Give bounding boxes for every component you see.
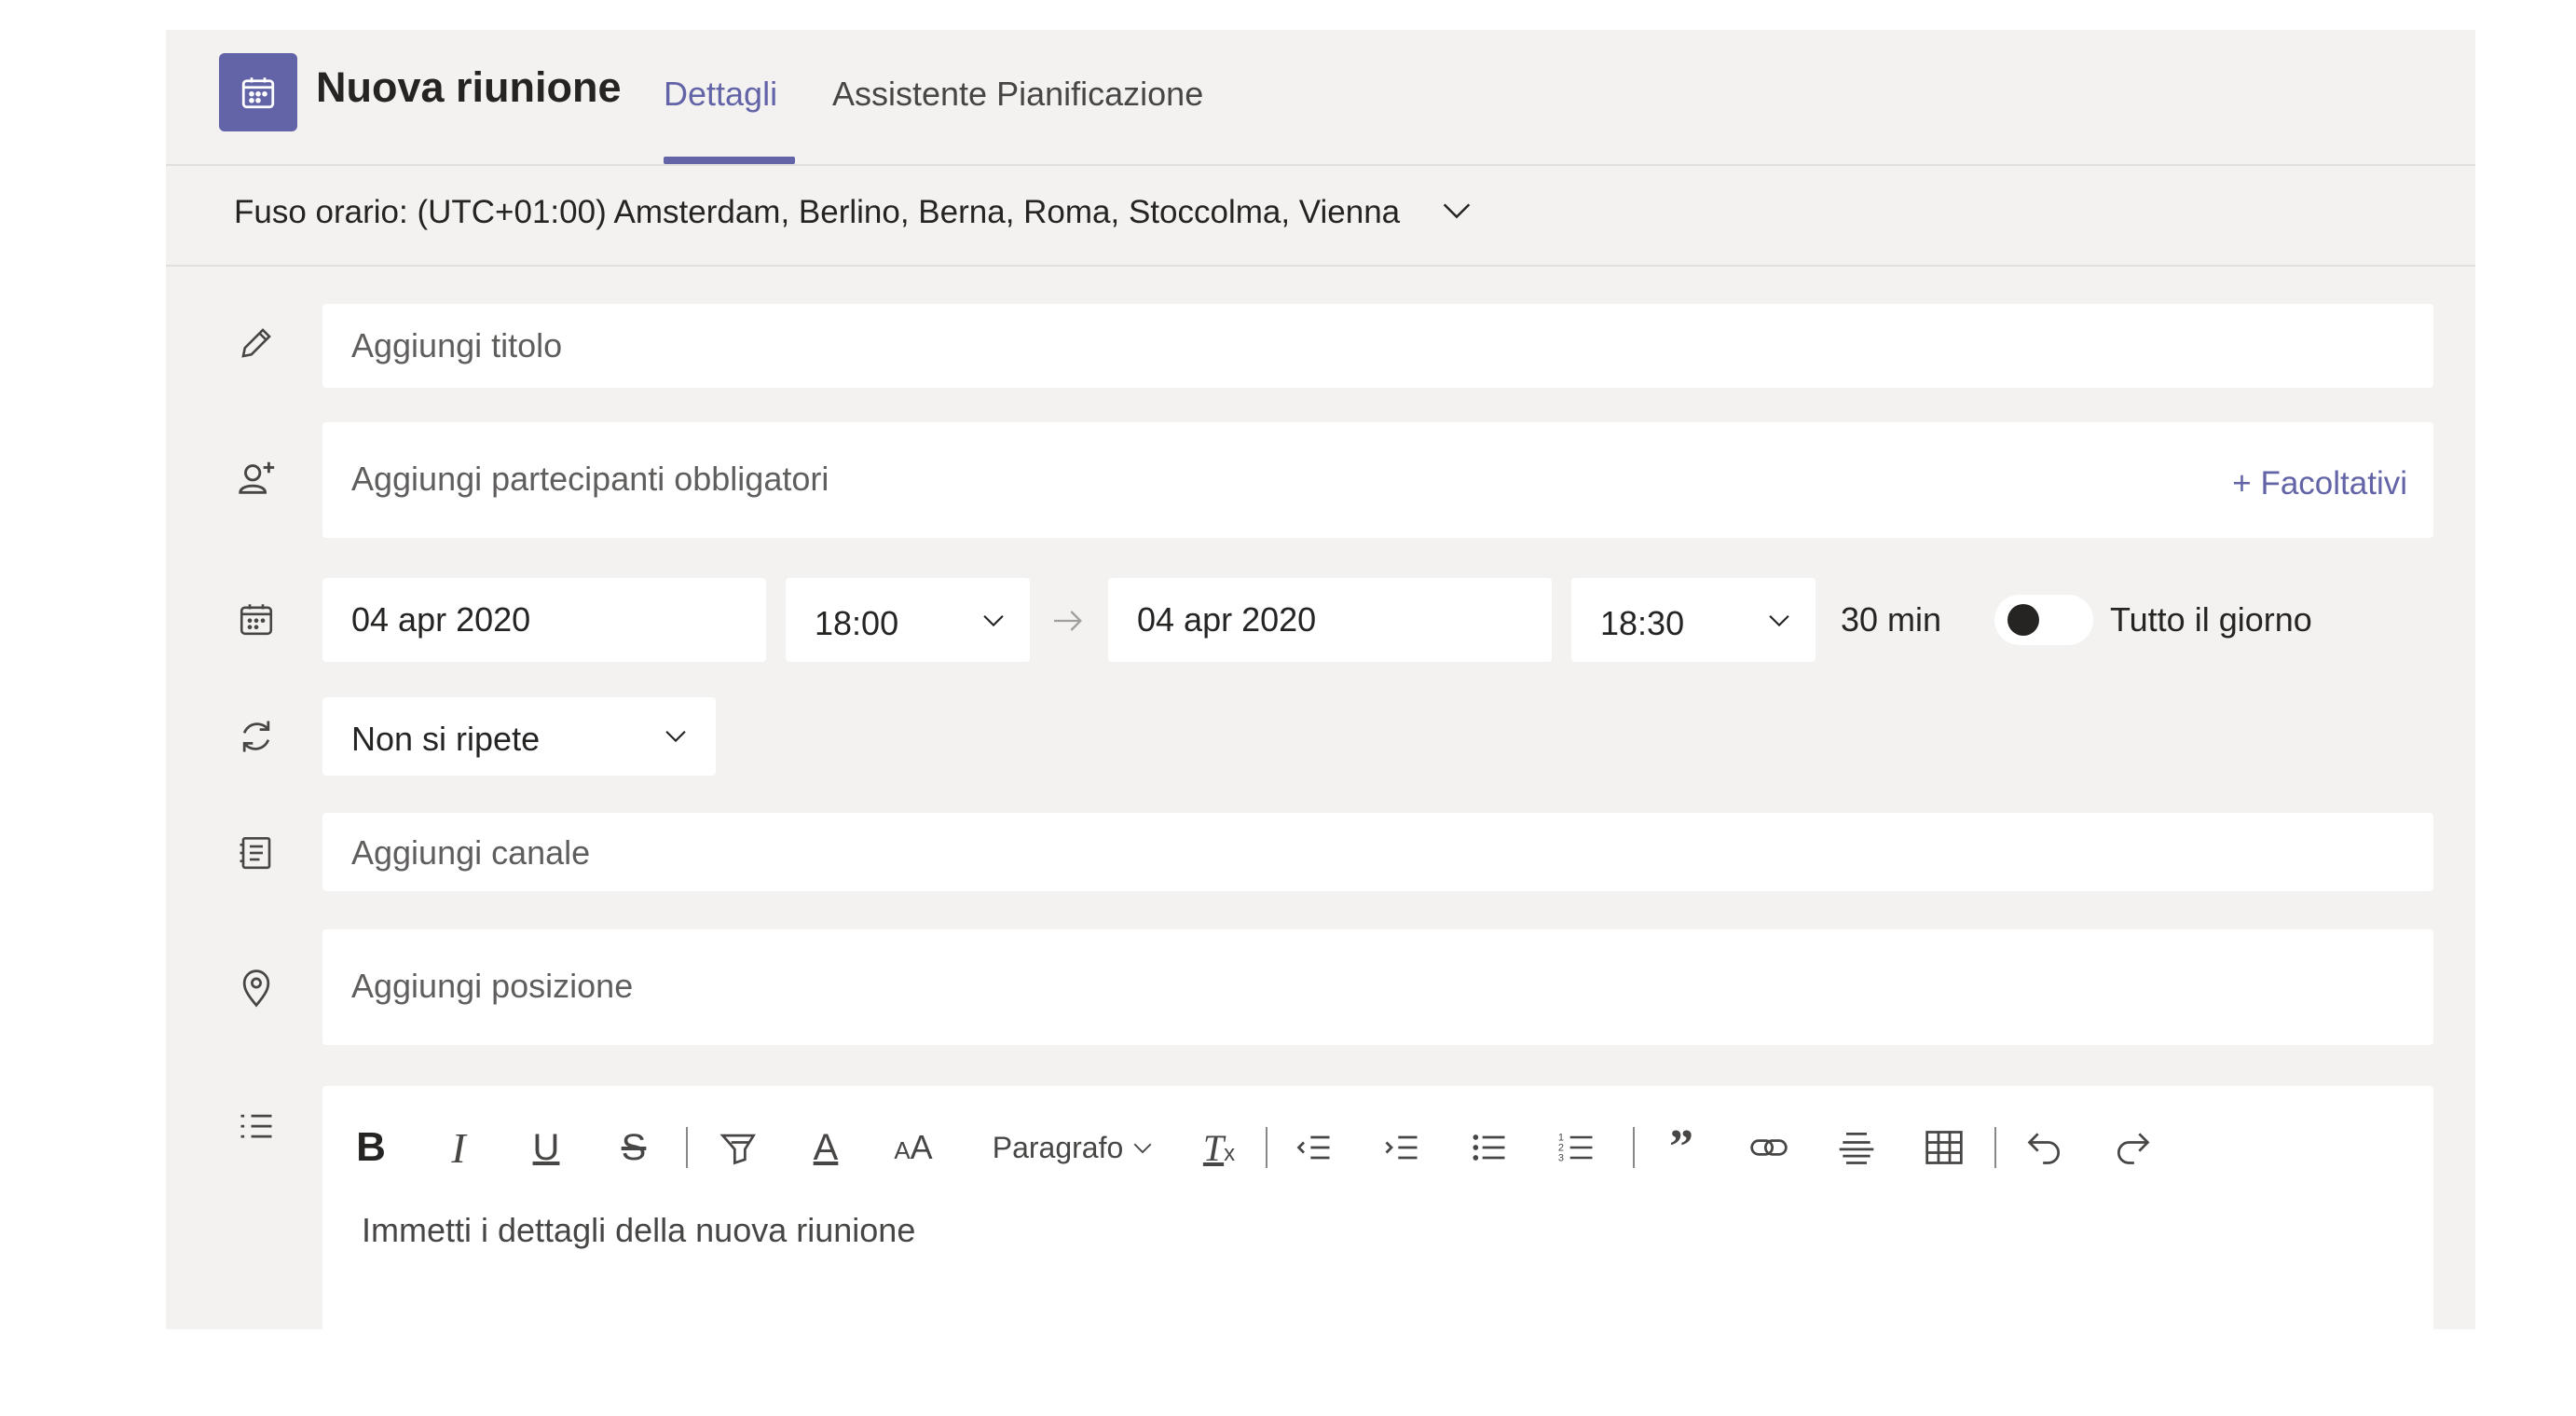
font-size-icon: AA [894,1128,933,1166]
arrow-right-icon [1054,611,1082,631]
numbered-list-icon: 123 [1558,1133,1593,1164]
strikethrough-icon: S [621,1126,647,1168]
recurrence-select[interactable]: Non si ripete [322,697,716,776]
chevron-down-icon [1769,614,1789,627]
font-color-button[interactable]: A [800,1121,852,1174]
font-size-button[interactable]: AA [887,1121,939,1174]
italic-button[interactable]: I [432,1121,485,1174]
title-placeholder: Aggiungi titolo [351,326,563,364]
add-person-icon [235,457,278,500]
clear-formatting-icon: Tx [1202,1126,1236,1169]
decrease-indent-button[interactable] [1288,1121,1340,1174]
repeat-icon [235,715,278,758]
undo-icon [2027,1133,2060,1164]
duration-label: 30 min [1841,600,1942,639]
decrease-indent-icon [1296,1135,1330,1160]
start-date-value: 04 apr 2020 [351,600,531,639]
highlight-icon [719,1134,756,1165]
increase-indent-icon [1385,1135,1418,1160]
start-time-value: 18:00 [815,604,899,642]
bulleted-list-button[interactable] [1463,1121,1515,1174]
quote-button[interactable]: ” [1655,1121,1707,1174]
location-placeholder: Aggiungi posizione [351,967,634,1005]
toolbar-divider [1994,1127,1996,1168]
pencil-icon [235,322,278,364]
svg-text:3: 3 [1558,1153,1564,1164]
italic-icon: I [451,1123,466,1172]
chevron-down-icon [665,730,686,743]
optional-attendees-link[interactable]: + Facoltativi [2232,465,2407,502]
link-icon [1750,1139,1788,1156]
table-button[interactable] [1918,1121,1970,1174]
all-day-label: Tutto il giorno [2110,600,2312,639]
font-color-icon: A [813,1126,839,1168]
editor-placeholder: Immetti i dettagli della nuova riunione [362,1211,916,1249]
end-time-value: 18:30 [1600,604,1685,642]
channel-field[interactable]: Aggiungi canale [322,813,2433,891]
start-time-select[interactable]: 18:00 [786,578,1030,662]
horizontal-rule-icon [1839,1132,1874,1164]
redo-button[interactable] [2106,1121,2158,1174]
chevron-down-icon [983,614,1004,627]
timezone-label: Fuso orario: (UTC+01:00) Amsterdam, Berl… [234,194,1401,230]
attendees-placeholder: Aggiungi partecipanti obbligatori [351,460,829,498]
end-time-select[interactable]: 18:30 [1571,578,1816,662]
bulleted-list-icon [1473,1134,1505,1161]
chevron-down-icon[interactable] [1438,192,1475,229]
end-date-value: 04 apr 2020 [1137,600,1317,639]
calendar-icon [219,53,297,131]
new-meeting-panel: Nuova riunione Dettagli Assistente Piani… [166,30,2475,1329]
start-date-field[interactable]: 04 apr 2020 [322,578,766,662]
underline-icon: U [532,1126,560,1168]
link-button[interactable] [1743,1121,1795,1174]
highlight-button[interactable] [712,1121,764,1174]
all-day-toggle[interactable] [1994,595,2093,645]
recurrence-value: Non si ripete [351,720,541,758]
tab-scheduling-assistant[interactable]: Assistente Pianificazione [832,75,1203,114]
channel-placeholder: Aggiungi canale [351,833,591,872]
table-icon [1925,1131,1963,1164]
meeting-header: Nuova riunione Dettagli Assistente Piani… [166,30,2475,166]
title-field[interactable]: Aggiungi titolo [322,304,2433,388]
tab-details[interactable]: Dettagli [664,75,777,114]
paragraph-style-dropdown[interactable]: Paragrafo [986,1121,1163,1174]
toolbar-divider [686,1127,688,1168]
active-tab-indicator [664,157,795,164]
redo-icon [2117,1133,2150,1164]
channel-icon [235,832,278,874]
toggle-knob [2007,604,2039,636]
clear-formatting-button[interactable]: Tx [1193,1121,1245,1174]
details-editor[interactable]: B I U S A AA Paragrafo Tx 1 2 3 ” Immett… [322,1086,2433,1329]
strikethrough-button[interactable]: S [608,1121,660,1174]
end-date-field[interactable]: 04 apr 2020 [1108,578,1552,662]
location-field[interactable]: Aggiungi posizione [322,929,2433,1045]
numbered-list-button[interactable]: 123 [1551,1121,1603,1174]
paragraph-label: Paragrafo [992,1130,1124,1164]
horizontal-rule-button[interactable] [1830,1121,1883,1174]
bold-button[interactable]: B [345,1121,397,1174]
toolbar-divider [1266,1127,1267,1168]
increase-indent-button[interactable] [1376,1121,1428,1174]
calendar-icon [235,598,278,640]
location-pin-icon [235,967,278,1010]
toolbar-divider [1633,1127,1635,1168]
page-title: Nuova riunione [316,63,622,111]
attendees-field[interactable]: Aggiungi partecipanti obbligatori + Faco… [322,422,2433,538]
chevron-down-icon [1133,1143,1152,1154]
timezone-selector[interactable]: Fuso orario: (UTC+01:00) Amsterdam, Berl… [166,166,2475,267]
details-list-icon [235,1107,278,1149]
undo-button[interactable] [2019,1121,2071,1174]
quote-icon: ” [1669,1120,1693,1174]
underline-button[interactable]: U [520,1121,572,1174]
bold-icon: B [356,1124,386,1170]
